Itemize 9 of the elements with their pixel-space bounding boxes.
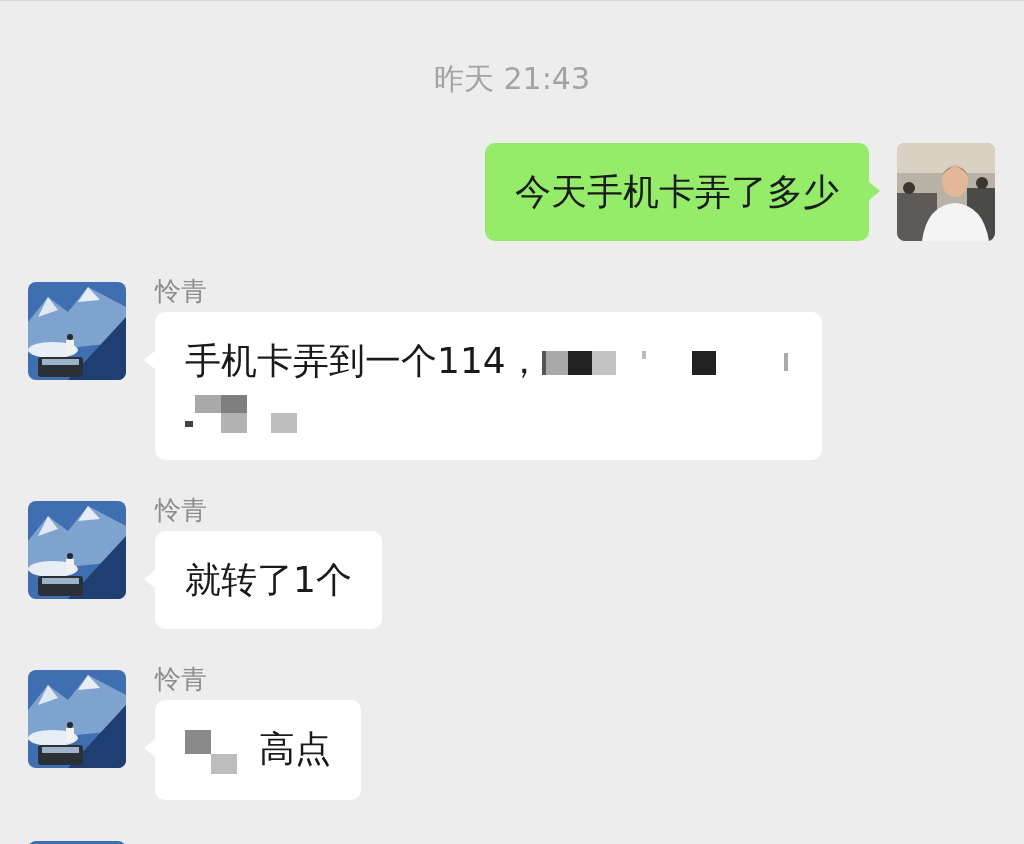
sender-name: 怜青 [155, 495, 207, 525]
sender-name: 怜青 [155, 664, 207, 694]
message-timestamp: 昨天 21:43 [434, 60, 590, 98]
sender-name: 怜青 [155, 276, 207, 306]
message-bubble: 就转了1个 [155, 531, 382, 629]
message-bubble: 手机卡弄到一个114， [155, 312, 822, 460]
message-bubble: 今天手机卡弄了多少 [485, 143, 869, 241]
message-bubble: 高点 [155, 700, 361, 800]
bubble-tail-icon [868, 181, 880, 201]
